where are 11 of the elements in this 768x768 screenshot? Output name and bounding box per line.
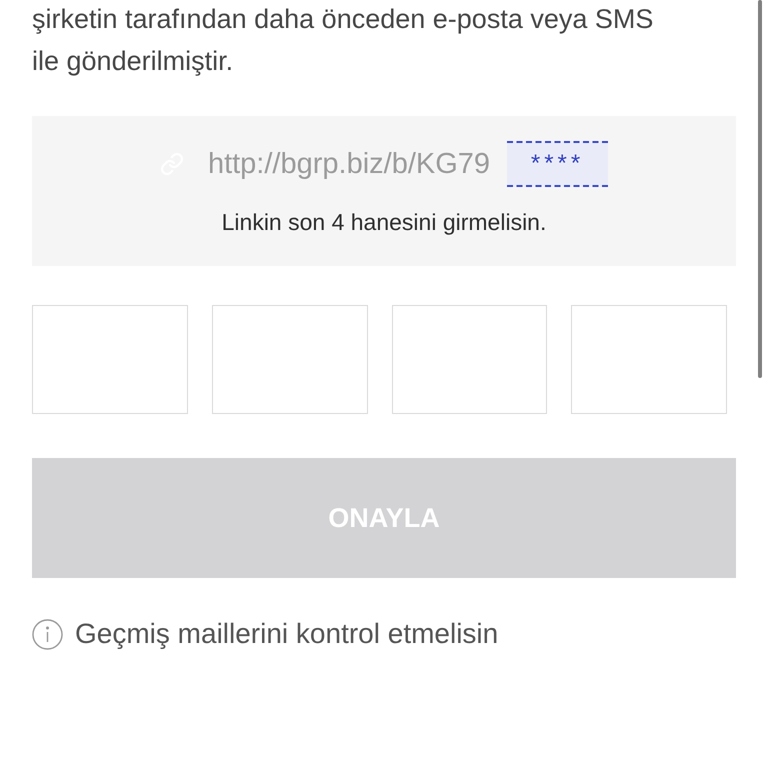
info-icon (32, 618, 63, 650)
masked-suffix: **** (507, 141, 608, 187)
instruction-text: Linkin son 4 hanesini girmelisin. (222, 208, 546, 236)
message-text: şirketin tarafından daha önceden e-posta veya SMS ile gönderilmiştir. (32, 3, 654, 78)
code-digit-field[interactable] (212, 305, 368, 414)
info-note-text: Geçmiş maillerini kontrol etmelisin (75, 617, 498, 651)
scrollbar-thumb[interactable] (758, 0, 762, 378)
link-url: http://bgrp.biz/b/KG79 (208, 147, 490, 182)
code-digit-field[interactable] (392, 305, 548, 414)
code-digit-field[interactable] (571, 305, 727, 414)
code-digit-field[interactable] (32, 305, 188, 414)
